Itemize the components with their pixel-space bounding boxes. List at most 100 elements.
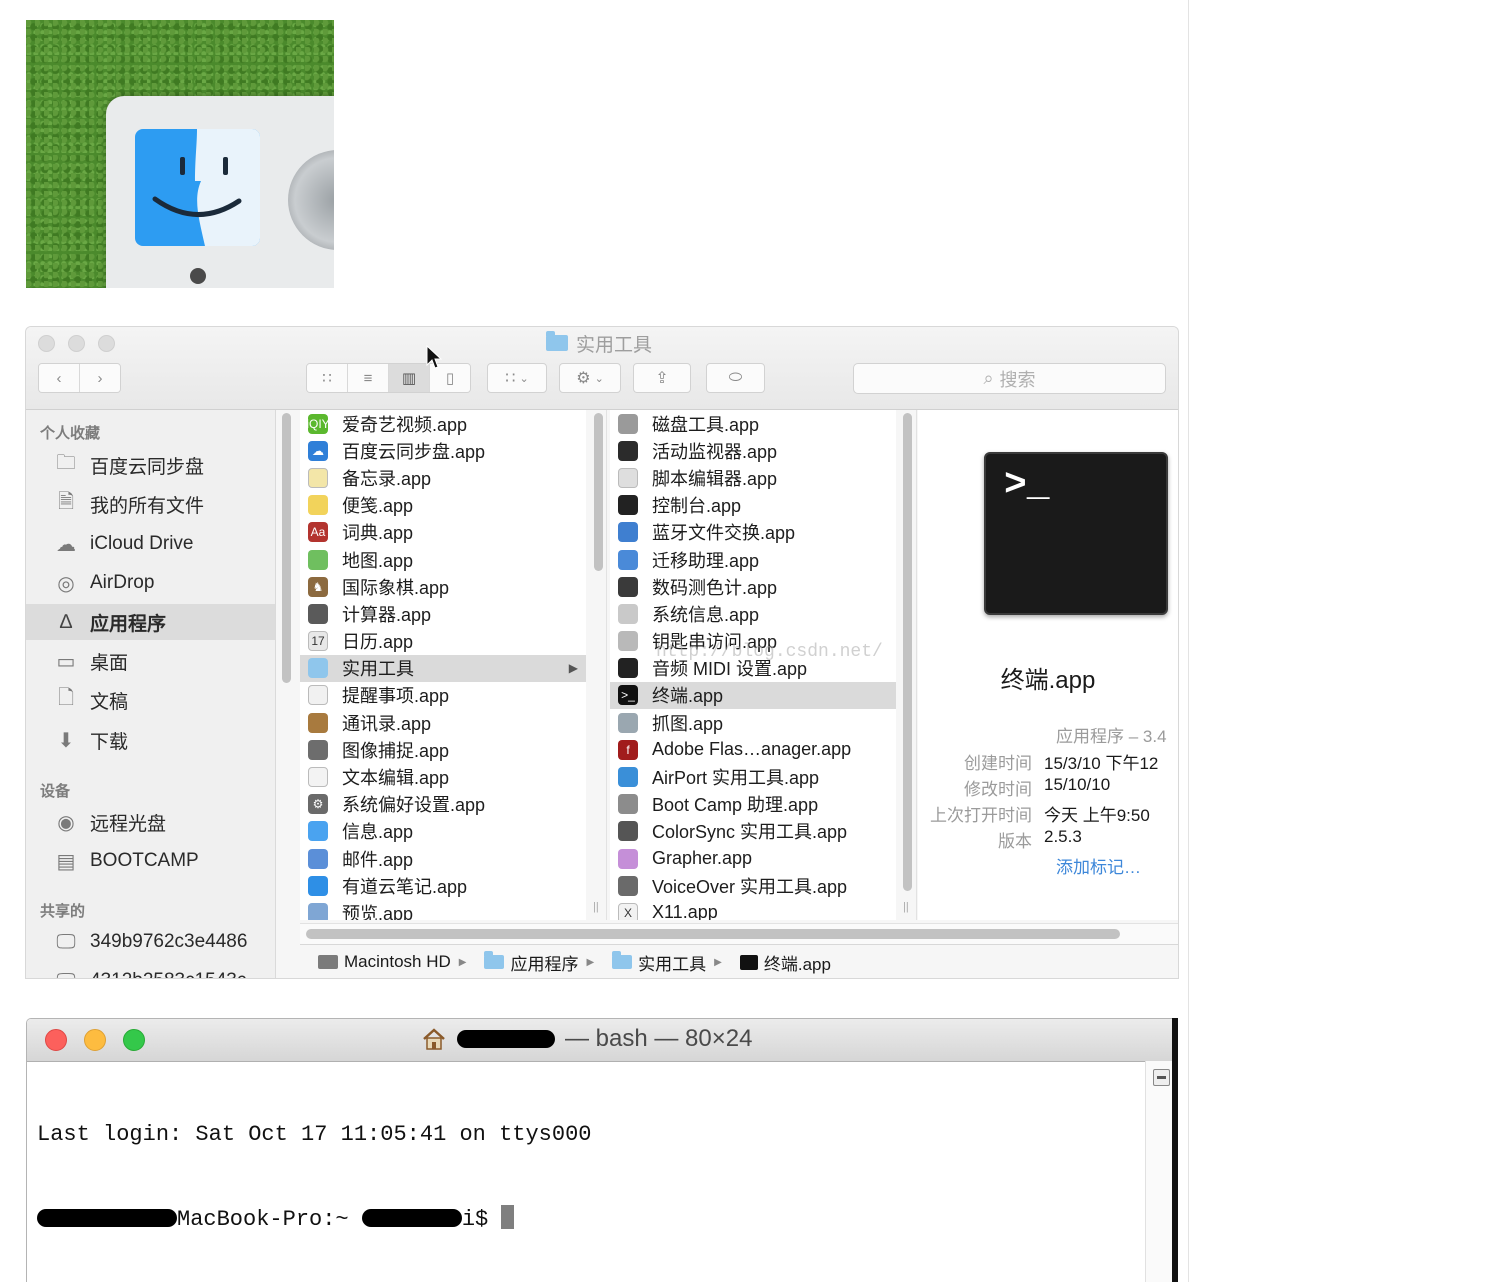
applications-column-scrollbar[interactable]	[594, 413, 603, 571]
application-item-row[interactable]: 便笺.app	[300, 492, 586, 519]
sidebar-item-remote-disc[interactable]: ◉ 远程光盘	[26, 804, 275, 840]
app-icon: ♞	[308, 576, 328, 597]
application-item-row[interactable]: Aa 词典.app	[300, 519, 586, 546]
sidebar-item-downloads[interactable]: ⬇ 下载	[26, 722, 275, 758]
finder-toolbar: 实用工具 ‹ › ∷ ≡ ▥ ▯ ∷ ⌄ ⚙ ⌄ ⇪ ⬭ ⌕ 搜索	[26, 327, 1178, 410]
utility-item-row[interactable]: 系统信息.app	[610, 600, 896, 627]
sidebar-item-desktop[interactable]: ▭ 桌面	[26, 643, 275, 679]
application-item-row[interactable]: 预览.app	[300, 899, 586, 920]
list-view-button[interactable]: ≡	[348, 364, 389, 392]
utility-item-label: 数码测色计.app	[652, 577, 778, 598]
utility-item-row[interactable]: 控制台.app	[610, 492, 896, 519]
column-view-button[interactable]: ▥	[389, 364, 430, 392]
path-item-macintosh-hd[interactable]: Macintosh HD	[318, 952, 451, 972]
utility-item-row[interactable]: VoiceOver 实用工具.app	[610, 872, 896, 899]
app-icon	[618, 658, 638, 679]
launchpad-icon[interactable]	[288, 150, 334, 250]
application-item-label: 提醒事项.app	[342, 686, 450, 707]
utility-item-row[interactable]: 磁盘工具.app	[610, 410, 896, 437]
path-item-label: 应用程序	[510, 954, 579, 974]
share-button[interactable]: ⇪	[633, 363, 691, 393]
prompt-end: i$	[461, 1207, 489, 1232]
sidebar-scrollbar[interactable]	[282, 413, 291, 683]
application-item-row[interactable]: 信息.app	[300, 818, 586, 845]
application-item-row[interactable]: 通讯录.app	[300, 709, 586, 736]
utility-item-row[interactable]: Boot Camp 助理.app	[610, 791, 896, 818]
tags-button[interactable]: ⬭	[706, 363, 765, 393]
application-item-row[interactable]: 提醒事项.app	[300, 682, 586, 709]
sidebar-item-baidu[interactable]: 🗀 百度云同步盘	[26, 447, 275, 483]
sidebar-item-shared-computer[interactable]: 🖵 349b9762c3e4486	[26, 924, 275, 960]
application-item-row[interactable]: 17 日历.app	[300, 628, 586, 655]
app-icon	[618, 549, 638, 570]
utility-item-row[interactable]: Grapher.app	[610, 845, 896, 872]
close-button[interactable]	[38, 335, 55, 352]
utilities-column-scrollbar[interactable]	[903, 413, 912, 891]
chevron-down-icon: ⌄	[594, 372, 604, 385]
zoom-button[interactable]	[98, 335, 115, 352]
utility-item-row[interactable]: 迁移助理.app	[610, 546, 896, 573]
application-item-row[interactable]: 计算器.app	[300, 600, 586, 627]
application-item-label: 备忘录.app	[342, 468, 432, 489]
application-item-row[interactable]: ☁ 百度云同步盘.app	[300, 437, 586, 464]
column-resize-handle[interactable]: ||	[593, 901, 599, 913]
utility-item-row[interactable]: >_ 终端.app	[610, 681, 896, 710]
horizontal-scrollbar-thumb[interactable]	[306, 929, 1120, 939]
application-item-row[interactable]: 地图.app	[300, 546, 586, 573]
application-item-row[interactable]: 实用工具 ▶	[300, 654, 586, 682]
page-divider	[1188, 0, 1189, 1282]
sidebar-item-icloud-drive[interactable]: ☁ iCloud Drive	[26, 526, 275, 562]
utility-item-row[interactable]: X X11.app	[610, 899, 896, 920]
add-tags-link[interactable]: 添加标记…	[1056, 853, 1141, 878]
utility-item-row[interactable]: f Adobe Flas…anager.app	[610, 736, 896, 763]
zoom-button[interactable]	[123, 1029, 145, 1051]
application-item-row[interactable]: 邮件.app	[300, 845, 586, 872]
action-button[interactable]: ⚙ ⌄	[559, 363, 621, 393]
utility-item-row[interactable]: 抓图.app	[610, 709, 896, 736]
utility-item-row[interactable]: 活动监视器.app	[610, 437, 896, 464]
minimize-button[interactable]	[84, 1029, 106, 1051]
utility-item-row[interactable]: 脚本编辑器.app	[610, 464, 896, 491]
scroll-split-icon[interactable]	[1153, 1069, 1170, 1086]
utility-item-row[interactable]: ColorSync 实用工具.app	[610, 818, 896, 845]
utility-item-row[interactable]: 蓝牙文件交换.app	[610, 519, 896, 546]
application-item-row[interactable]: 图像捕捉.app	[300, 736, 586, 763]
search-input[interactable]: ⌕ 搜索	[853, 363, 1166, 394]
sidebar-item-all-files[interactable]: 🗎 我的所有文件	[26, 486, 275, 522]
utility-item-row[interactable]: 数码测色计.app	[610, 573, 896, 600]
sidebar-item-shared-computer[interactable]: 🖵 4312b2583c1543c	[26, 963, 275, 979]
utility-item-label: 蓝牙文件交换.app	[652, 523, 796, 544]
path-item-applications[interactable]: 应用程序	[484, 950, 578, 975]
application-item-row[interactable]: 有道云笔记.app	[300, 872, 586, 899]
prompt-host: MacBook-Pro:~	[177, 1207, 349, 1232]
finder-window: 实用工具 ‹ › ∷ ≡ ▥ ▯ ∷ ⌄ ⚙ ⌄ ⇪ ⬭ ⌕ 搜索 个人收藏 🗀…	[26, 327, 1178, 978]
application-item-row[interactable]: 备忘录.app	[300, 464, 586, 491]
finder-icon[interactable]	[135, 129, 260, 246]
arrange-button[interactable]: ∷ ⌄	[487, 363, 547, 393]
application-item-row[interactable]: ♞ 国际象棋.app	[300, 573, 586, 600]
utility-item-label: Adobe Flas…anager.app	[652, 739, 852, 760]
app-icon	[308, 685, 328, 706]
folder-icon	[308, 658, 328, 679]
sidebar-item-applications[interactable]: ∆ 应用程序	[26, 604, 275, 640]
desktop-icon: ▭	[56, 650, 76, 673]
application-item-row[interactable]: 文本编辑.app	[300, 763, 586, 790]
path-item-utilities[interactable]: 实用工具	[612, 950, 706, 975]
icon-view-button[interactable]: ∷	[307, 364, 348, 392]
sidebar-item-documents[interactable]: 🗋 文稿	[26, 682, 275, 718]
back-button[interactable]: ‹	[39, 364, 80, 392]
terminal-output[interactable]: Last login: Sat Oct 17 11:05:41 on ttys0…	[37, 1065, 592, 1282]
sidebar-item-label: AirDrop	[90, 572, 155, 593]
close-button[interactable]	[45, 1029, 67, 1051]
application-item-row[interactable]: ⚙ 系统偏好设置.app	[300, 791, 586, 818]
path-item-terminal[interactable]: 终端.app	[739, 950, 831, 975]
preview-modified-value: 15/10/10	[1044, 775, 1111, 794]
forward-button[interactable]: ›	[80, 364, 120, 392]
application-item-row[interactable]: iQIY 爱奇艺视频.app	[300, 410, 586, 437]
column-resize-handle[interactable]: ||	[903, 901, 909, 913]
utility-item-row[interactable]: AirPort 实用工具.app	[610, 763, 896, 790]
sidebar-item-airdrop[interactable]: ◎ AirDrop	[26, 565, 275, 601]
sidebar-item-bootcamp[interactable]: ▤ BOOTCAMP	[26, 843, 275, 879]
app-icon	[308, 603, 328, 624]
minimize-button[interactable]	[68, 335, 85, 352]
